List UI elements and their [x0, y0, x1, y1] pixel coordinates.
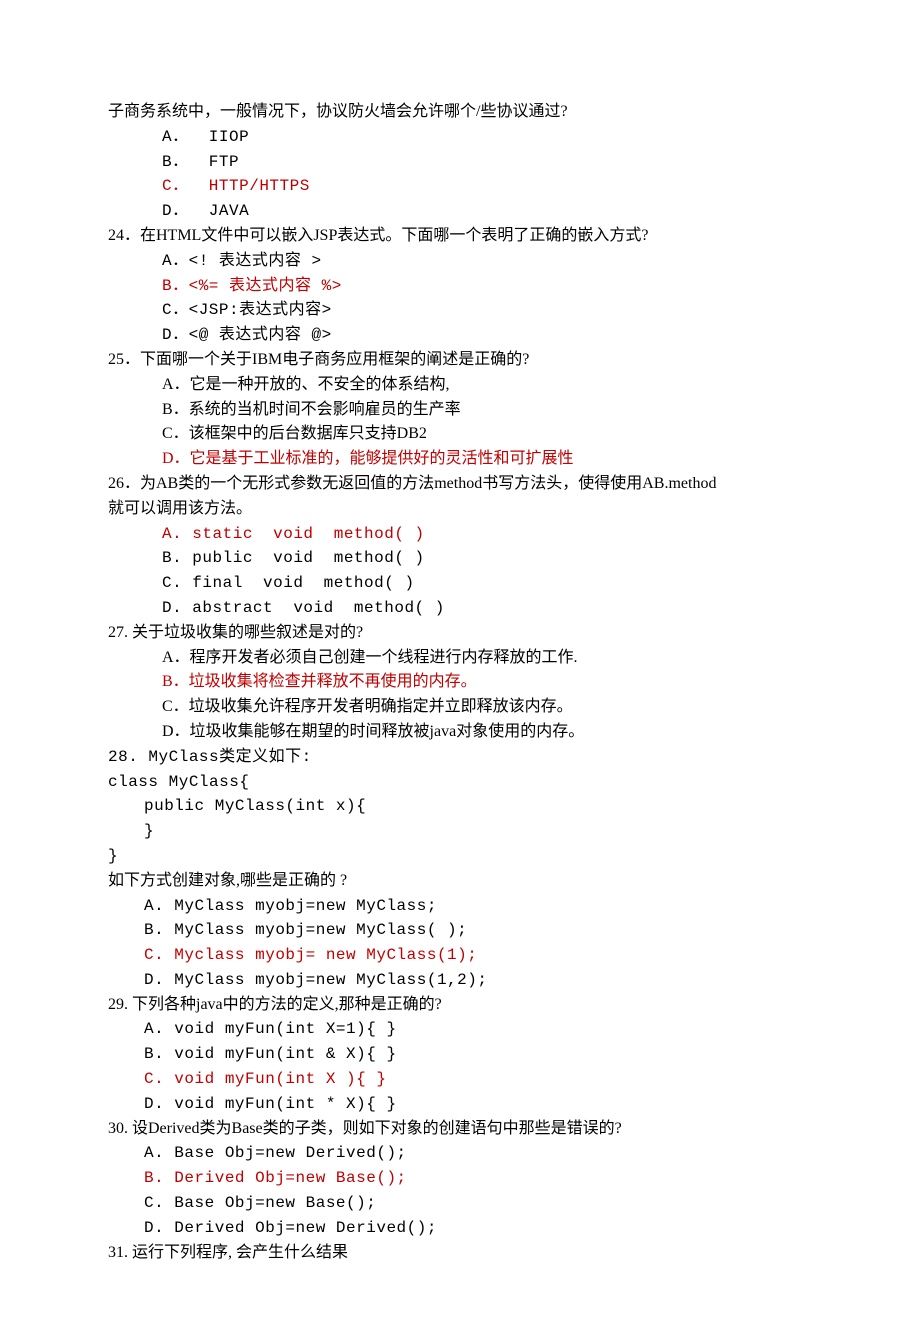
q25-opt-b: B．系统的当机时间不会影响雇员的生产率: [108, 398, 812, 423]
q29-opt-c: C. void myFun(int X ){ }: [108, 1067, 812, 1092]
q28-code3: }: [108, 819, 812, 844]
q24-opt-a: A．<! 表达式内容 >: [108, 249, 812, 274]
q24-opt-d: D．<@ 表达式内容 @>: [108, 323, 812, 348]
q28-code1: class MyClass{: [108, 770, 812, 795]
q24-opt-c: C．<JSP:表达式内容>: [108, 298, 812, 323]
q26-opt-d: D. abstract void method( ): [108, 596, 812, 621]
q23-opt-b: B． FTP: [108, 150, 812, 175]
q30-opt-d: D. Derived Obj=new Derived();: [108, 1216, 812, 1241]
q23-opt-a: A． IIOP: [108, 125, 812, 150]
q25-opt-c: C．该框架中的后台数据库只支持DB2: [108, 422, 812, 447]
q26-opt-a: A. static void method( ): [108, 522, 812, 547]
q26-stem2: 就可以调用该方法。: [108, 497, 812, 522]
q24-stem: 24．在HTML文件中可以嵌入JSP表达式。下面哪一个表明了正确的嵌入方式?: [108, 224, 812, 249]
q28-opt-d: D. MyClass myobj=new MyClass(1,2);: [108, 968, 812, 993]
q29-opt-d: D. void myFun(int * X){ }: [108, 1092, 812, 1117]
q28-opt-c: C. Myclass myobj= new MyClass(1);: [108, 943, 812, 968]
q29-opt-b: B. void myFun(int & X){ }: [108, 1042, 812, 1067]
q24-opt-b: B．<%= 表达式内容 %>: [108, 274, 812, 299]
q31-stem: 31. 运行下列程序, 会产生什么结果: [108, 1241, 812, 1266]
q27-stem: 27. 关于垃圾收集的哪些叙述是对的?: [108, 621, 812, 646]
q28-opt-b: B. MyClass myobj=new MyClass( );: [108, 918, 812, 943]
q27-opt-b: B．垃圾收集将检查并释放不再使用的内存。: [108, 670, 812, 695]
q30-opt-c: C. Base Obj=new Base();: [108, 1191, 812, 1216]
q28-opt-a: A. MyClass myobj=new MyClass;: [108, 894, 812, 919]
q25-stem: 25．下面哪一个关于IBM电子商务应用框架的阐述是正确的?: [108, 348, 812, 373]
q25-opt-a: A．它是一种开放的、不安全的体系结构,: [108, 373, 812, 398]
q28-stem2: 如下方式创建对象,哪些是正确的 ?: [108, 869, 812, 894]
q26-opt-b: B. public void method( ): [108, 546, 812, 571]
q27-opt-c: C．垃圾收集允许程序开发者明确指定并立即释放该内存。: [108, 695, 812, 720]
q29-opt-a: A. void myFun(int X=1){ }: [108, 1017, 812, 1042]
q30-opt-b: B. Derived Obj=new Base();: [108, 1166, 812, 1191]
q25-opt-d: D．它是基于工业标准的，能够提供好的灵活性和可扩展性: [108, 447, 812, 472]
q26-stem1: 26．为AB类的一个无形式参数无返回值的方法method书写方法头，使得使用AB…: [108, 472, 812, 497]
q28-code4: }: [108, 844, 812, 869]
q23-stem: 子商务系统中，一般情况下，协议防火墙会允许哪个/些协议通过?: [108, 100, 812, 125]
q29-stem: 29. 下列各种java中的方法的定义,那种是正确的?: [108, 993, 812, 1018]
q27-opt-a: A．程序开发者必须自己创建一个线程进行内存释放的工作.: [108, 646, 812, 671]
q23-opt-c: C． HTTP/HTTPS: [108, 174, 812, 199]
q23-opt-d: D． JAVA: [108, 199, 812, 224]
document-page: 子商务系统中，一般情况下，协议防火墙会允许哪个/些协议通过? A． IIOP B…: [0, 0, 920, 1325]
q30-stem: 30. 设Derived类为Base类的子类，则如下对象的创建语句中那些是错误的…: [108, 1117, 812, 1142]
q28-stem: 28. MyClass类定义如下:: [108, 745, 812, 770]
q26-opt-c: C. final void method( ): [108, 571, 812, 596]
q27-opt-d: D．垃圾收集能够在期望的时间释放被java对象使用的内存。: [108, 720, 812, 745]
q28-code2: public MyClass(int x){: [108, 794, 812, 819]
q30-opt-a: A. Base Obj=new Derived();: [108, 1141, 812, 1166]
